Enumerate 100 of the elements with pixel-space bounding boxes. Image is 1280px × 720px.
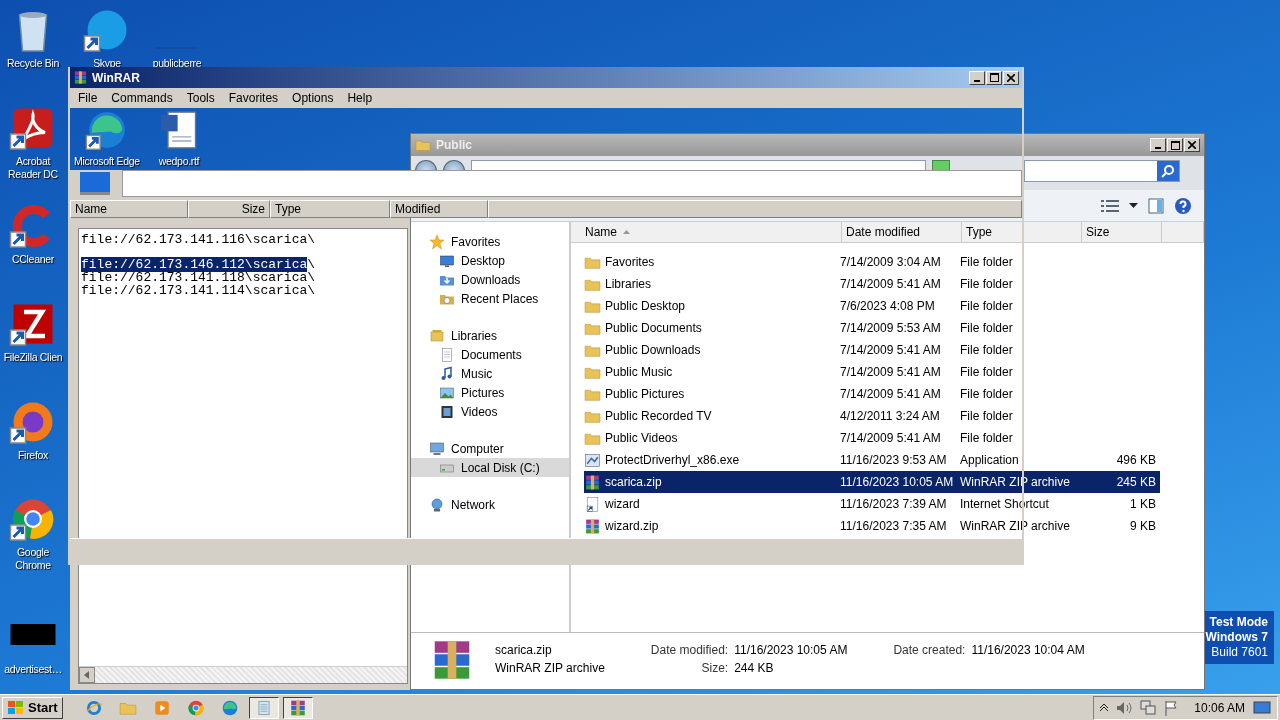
column-header[interactable]: Type (270, 200, 390, 218)
nav-item[interactable]: Libraries (411, 326, 569, 345)
clock[interactable]: 10:06 AM (1194, 700, 1245, 715)
horizontal-scrollbar[interactable] (79, 666, 407, 683)
music-note-icon (439, 365, 455, 382)
date-modified: 7/14/2009 5:41 AM (840, 365, 942, 379)
file-name: wizard.zip (605, 519, 659, 533)
view-options-button[interactable] (1101, 198, 1119, 213)
date-modified: 7/14/2009 5:41 AM (840, 343, 942, 357)
minimize-button[interactable] (969, 70, 985, 85)
system-notice: Test Mode (1209, 615, 1268, 630)
flag-icon[interactable] (1164, 699, 1179, 716)
text-line: file://62.173.141.118\scarica\ (81, 270, 316, 285)
file-name: Public Downloads (605, 343, 701, 357)
chevron-up-icon[interactable] (1100, 703, 1109, 712)
nav-item[interactable]: Pictures (411, 383, 569, 402)
file-row[interactable]: Libraries 7/14/2009 5:41 AM File folder (584, 273, 1160, 295)
column-header[interactable]: Modified (390, 200, 488, 218)
globe-icon (429, 496, 445, 513)
nav-item[interactable]: Local Disk (C:) (411, 458, 569, 477)
column-header[interactable]: Type (962, 222, 1082, 242)
application-icon (584, 451, 601, 469)
column-header[interactable]: Date modified (842, 222, 962, 242)
browser-icon (220, 698, 239, 717)
text-line: file://62.173.141.116\scarica\ (81, 232, 316, 247)
date-modified: 7/14/2009 5:41 AM (840, 387, 942, 401)
taskbar-button[interactable] (282, 696, 313, 719)
date-modified: 11/16/2023 10:05 AM (840, 475, 955, 489)
dropdown-caret[interactable] (1129, 203, 1138, 208)
path-field[interactable] (122, 170, 1022, 197)
minimize-button[interactable] (1150, 138, 1166, 152)
close-button[interactable] (1184, 138, 1200, 152)
column-header[interactable]: Name (571, 222, 842, 242)
file-size: 496 KB (1115, 453, 1157, 467)
menu-item[interactable]: Options (286, 91, 340, 105)
menu-item[interactable]: File (72, 91, 104, 105)
taskbar-button[interactable] (248, 696, 279, 719)
maximize-icon (989, 73, 999, 82)
column-header[interactable]: Name (70, 200, 188, 218)
file-row[interactable]: ProtectDriverhyl_x86.exe 11/16/2023 9:53 AM Application 496 KB (584, 449, 1160, 471)
menu-item[interactable]: Help (341, 91, 379, 105)
close-icon (1007, 73, 1015, 82)
nav-item[interactable]: Downloads (411, 270, 569, 289)
sort-icon (623, 230, 630, 234)
maximize-icon (1170, 140, 1180, 150)
search-button[interactable] (1157, 161, 1179, 181)
nav-item[interactable]: Favorites (411, 232, 569, 251)
window-title: WinRAR (92, 70, 140, 85)
file-name: wizard (605, 497, 640, 511)
help-button[interactable] (1174, 196, 1192, 215)
show-desktop-icon[interactable] (1253, 700, 1271, 715)
icon-label: Microsoft Edge (74, 155, 140, 168)
icon-label: Google Chrome (14, 546, 52, 572)
file-type: Application (960, 453, 1020, 467)
file-name: Public Videos (605, 431, 678, 445)
file-name: ProtectDriverhyl_x86.exe (605, 453, 740, 467)
date-modified: 7/14/2009 5:53 AM (840, 321, 942, 335)
address-field[interactable] (471, 160, 926, 171)
shortcut-icon (584, 495, 601, 513)
file-name: Public Recorded TV (605, 409, 712, 423)
icon-label: FileZilla Clien (3, 351, 63, 364)
scroll-left-button[interactable] (79, 667, 95, 683)
icon-label: Recycle Bin (6, 57, 60, 70)
details-type: WinRAR ZIP archive (495, 661, 605, 677)
file-row[interactable]: Public Downloads 7/14/2009 5:41 AM File folder (584, 339, 1160, 361)
network-icon[interactable] (1140, 699, 1157, 716)
nav-item[interactable]: Desktop (411, 251, 569, 270)
close-button[interactable] (1003, 70, 1019, 85)
close-icon (1188, 141, 1196, 149)
file-row[interactable]: Public Desktop 7/6/2023 4:08 PM File folder (584, 295, 1160, 317)
archive-icon (584, 517, 601, 535)
start-button[interactable]: Start (2, 696, 63, 719)
menu-item[interactable]: Tools (180, 91, 221, 105)
search-field[interactable] (1024, 160, 1180, 182)
file-row[interactable]: Public Videos 7/14/2009 5:41 AM File folder (584, 427, 1160, 449)
nav-item[interactable]: Music (411, 364, 569, 383)
nav-item[interactable]: Videos (411, 402, 569, 421)
nav-item[interactable]: Network (411, 495, 569, 514)
nav-item[interactable]: Documents (411, 345, 569, 364)
file-name: Public Documents (605, 321, 702, 335)
nav-item[interactable]: Computer (411, 439, 569, 458)
column-header[interactable]: Size (1082, 222, 1162, 242)
maximize-button[interactable] (986, 70, 1002, 85)
file-row[interactable]: Favorites 7/14/2009 3:04 AM File folder (584, 251, 1160, 273)
menu-item[interactable]: Commands (105, 91, 179, 105)
column-header[interactable]: Size (188, 200, 270, 218)
nav-item[interactable]: Recent Places (411, 289, 569, 308)
minimize-icon (974, 79, 980, 82)
menu-item[interactable]: Favorites (222, 91, 285, 105)
icon-label: Skype (93, 57, 121, 70)
file-row[interactable]: Public Recorded TV 4/12/2011 3:24 AM File folder (584, 405, 1160, 427)
text-area[interactable]: file://62.173.141.116\scarica\ file://62.173.146.112\scarica\ file://62.173.141.118\scarica\ file://62.173.141.114\scarica\ (78, 228, 408, 684)
selected-text: file://62.173.146.112\scarica (81, 257, 308, 272)
date-modified: 11/16/2023 7:39 AM (840, 497, 948, 511)
file-row[interactable]: Public Music 7/14/2009 5:41 AM File folder (584, 361, 1160, 383)
speaker-icon[interactable] (1116, 700, 1133, 715)
computer-icon (429, 440, 445, 457)
maximize-button[interactable] (1167, 138, 1183, 152)
file-row[interactable]: Public Documents 7/14/2009 5:53 AM File folder (584, 317, 1160, 339)
file-row[interactable]: Public Pictures 7/14/2009 5:41 AM File folder (584, 383, 1160, 405)
